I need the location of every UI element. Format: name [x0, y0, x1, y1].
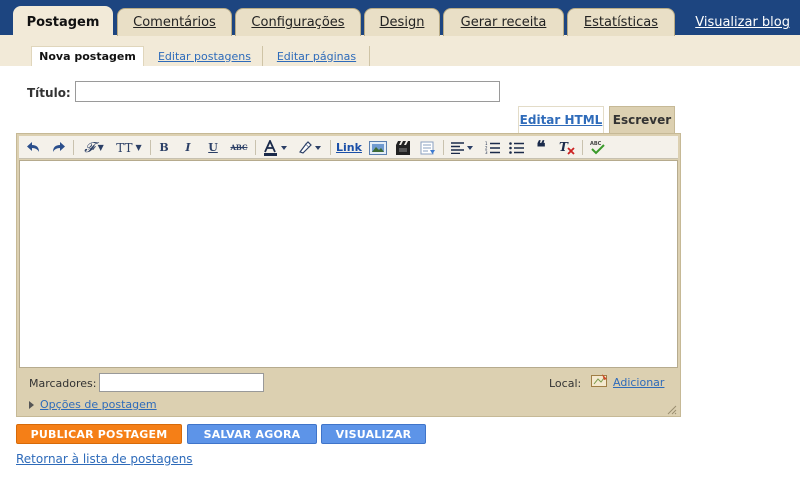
align-icon[interactable]: [449, 139, 477, 156]
font-family-icon[interactable]: 𝓕 ▼: [79, 139, 109, 156]
highlight-icon[interactable]: [295, 139, 325, 156]
link-button[interactable]: Link: [336, 139, 362, 156]
add-location-link[interactable]: Adicionar: [613, 376, 664, 389]
ordered-list-icon[interactable]: 123: [484, 139, 502, 156]
italic-button[interactable]: I: [180, 139, 196, 156]
undo-icon[interactable]: [25, 139, 43, 156]
title-label: Título:: [27, 86, 71, 100]
expand-triangle-icon: [29, 400, 34, 409]
save-button[interactable]: SALVAR AGORA: [187, 424, 317, 444]
svg-text:T: T: [559, 140, 569, 154]
toolbar-separator: [255, 140, 256, 155]
title-input[interactable]: [75, 81, 500, 102]
bold-button[interactable]: B: [156, 139, 172, 156]
subtab-editar-postagens[interactable]: Editar postagens: [147, 46, 263, 66]
bullet-list-icon[interactable]: [508, 139, 526, 156]
subtab-editar-paginas[interactable]: Editar páginas: [264, 46, 370, 66]
tab-configuracoes[interactable]: Configurações: [235, 8, 361, 36]
redo-icon[interactable]: [49, 139, 67, 156]
compose-tab[interactable]: Escrever: [609, 106, 675, 133]
toolbar-separator: [330, 140, 331, 155]
tab-estatisticas[interactable]: Estatísticas: [567, 8, 675, 36]
spellcheck-icon[interactable]: ABC: [588, 139, 608, 156]
subtab-nova-postagem[interactable]: Nova postagem: [31, 46, 144, 66]
post-options-label: Opções de postagem: [40, 398, 157, 411]
post-options-toggle[interactable]: Opções de postagem: [29, 398, 157, 411]
image-icon[interactable]: [368, 139, 388, 156]
tab-postagem[interactable]: Postagem: [13, 6, 113, 38]
toolbar-separator: [582, 140, 583, 155]
clear-format-icon[interactable]: T: [557, 139, 577, 156]
map-icon[interactable]: [591, 374, 608, 388]
toolbar-separator: [443, 140, 444, 155]
preview-button[interactable]: VISUALIZAR: [321, 424, 426, 444]
post-body-editor[interactable]: [19, 160, 678, 368]
back-to-posts-link[interactable]: Retornar à lista de postagens: [16, 452, 193, 466]
publish-button[interactable]: PUBLICAR POSTAGEM: [16, 424, 182, 444]
jump-break-icon[interactable]: [418, 139, 438, 156]
toolbar-separator: [73, 140, 74, 155]
quote-icon[interactable]: ❝: [532, 138, 550, 158]
strikethrough-button[interactable]: ABC: [228, 139, 250, 156]
font-size-icon[interactable]: TT ▼: [113, 139, 145, 156]
video-icon[interactable]: [393, 139, 413, 156]
view-blog-link[interactable]: Visualizar blog: [695, 15, 790, 30]
location-label: Local:: [549, 377, 582, 390]
labels-input[interactable]: [99, 373, 264, 392]
tab-design[interactable]: Design: [364, 8, 440, 36]
underline-button[interactable]: U: [205, 139, 221, 156]
svg-text:3: 3: [485, 150, 488, 154]
toolbar-separator: [150, 140, 151, 155]
labels-label: Marcadores:: [29, 377, 97, 390]
tab-gerar-receita[interactable]: Gerar receita: [443, 8, 564, 36]
svg-text:ABC: ABC: [590, 141, 602, 147]
text-color-icon[interactable]: [261, 139, 291, 156]
tab-comentarios[interactable]: Comentários: [117, 8, 232, 36]
edit-html-tab[interactable]: Editar HTML: [518, 106, 604, 133]
resize-grip-icon[interactable]: [665, 403, 677, 415]
